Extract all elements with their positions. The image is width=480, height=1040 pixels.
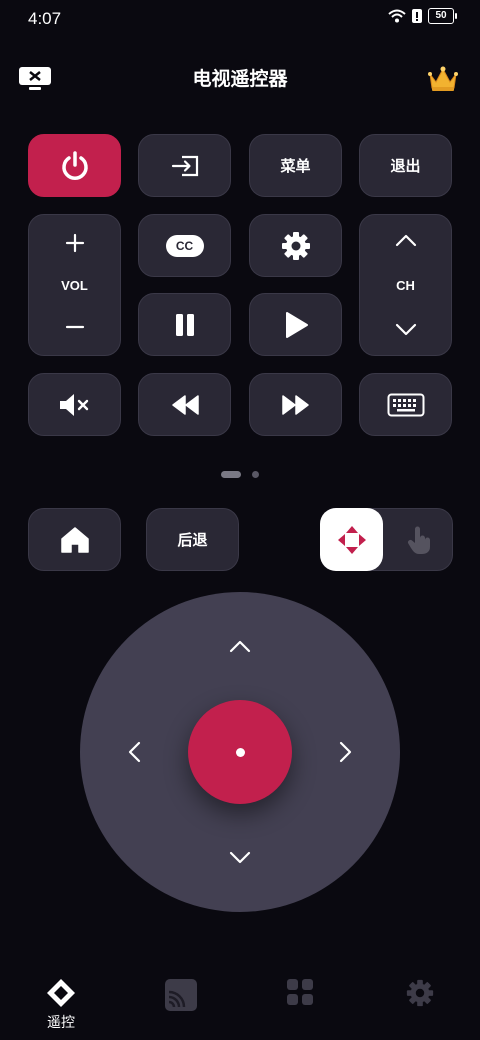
nav-apps[interactable]: [260, 978, 340, 1006]
settings-button[interactable]: [249, 214, 342, 277]
power-icon: [61, 150, 88, 180]
battery-indicator: 50: [428, 8, 457, 24]
rewind-icon: [171, 394, 199, 415]
channel-down-icon[interactable]: [395, 323, 417, 337]
dpad-up-arrow-icon[interactable]: [220, 626, 260, 666]
crown-icon[interactable]: [428, 66, 458, 97]
nav-cast[interactable]: [141, 978, 221, 1012]
input-source-button[interactable]: [138, 134, 231, 197]
channel-control: CH: [359, 214, 452, 356]
page-dot-active[interactable]: [221, 471, 241, 478]
mute-button[interactable]: [28, 373, 121, 436]
touchpad-mode-icon: [407, 526, 430, 554]
back-button[interactable]: 后退: [146, 508, 239, 571]
nav-remote-label: 遥控: [47, 1014, 75, 1030]
back-button-label: 后退: [177, 532, 208, 549]
menu-button-label: 菜单: [280, 158, 311, 175]
touchpad-mode-option[interactable]: [386, 508, 452, 571]
status-time: 4:07: [28, 9, 62, 28]
channel-up-icon[interactable]: [395, 233, 417, 247]
settings-gear-icon: [281, 231, 310, 260]
ok-dot-icon: [235, 747, 245, 757]
cast-icon: [165, 979, 197, 1011]
pause-button[interactable]: [138, 293, 231, 356]
page-title: 电视遥控器: [192, 69, 288, 90]
keyboard-icon: [387, 393, 424, 416]
closed-caption-button[interactable]: CC: [138, 214, 231, 277]
apps-grid-icon: [287, 979, 313, 1005]
power-button[interactable]: [28, 134, 121, 197]
fast-forward-icon: [281, 394, 309, 415]
alert-icon: [412, 9, 422, 23]
play-button[interactable]: [249, 293, 342, 356]
channel-label: CH: [396, 277, 415, 293]
exit-button-label: 退出: [390, 158, 421, 175]
play-icon: [285, 311, 308, 338]
dpad-down-arrow-icon[interactable]: [220, 838, 260, 878]
menu-button[interactable]: 菜单: [249, 134, 342, 197]
volume-up-icon[interactable]: [65, 233, 85, 253]
exit-button[interactable]: 退出: [359, 134, 452, 197]
pause-icon: [175, 313, 194, 336]
settings-nav-icon: [406, 979, 434, 1007]
dpad-left-arrow-icon[interactable]: [114, 732, 154, 772]
volume-label: VOL: [61, 277, 88, 293]
home-button[interactable]: [28, 508, 121, 571]
volume-down-icon[interactable]: [65, 317, 85, 337]
status-icons: 50: [388, 8, 457, 24]
page-dot[interactable]: [252, 471, 259, 478]
mute-icon: [59, 393, 88, 416]
home-icon: [60, 526, 89, 553]
cc-icon: CC: [165, 234, 204, 257]
dpad-mode-icon: [337, 525, 366, 554]
dpad-right-arrow-icon[interactable]: [326, 732, 366, 772]
keyboard-button[interactable]: [359, 373, 452, 436]
fast-forward-button[interactable]: [249, 373, 342, 436]
nav-remote[interactable]: 遥控: [21, 978, 101, 1032]
volume-control: VOL: [28, 214, 121, 356]
input-icon: [171, 155, 198, 176]
remote-nav-icon: [47, 979, 75, 1007]
dpad-mode-option[interactable]: [320, 508, 383, 571]
rewind-button[interactable]: [138, 373, 231, 436]
nav-settings[interactable]: [380, 978, 460, 1008]
ok-button[interactable]: [188, 700, 292, 804]
wifi-icon: [388, 9, 406, 23]
